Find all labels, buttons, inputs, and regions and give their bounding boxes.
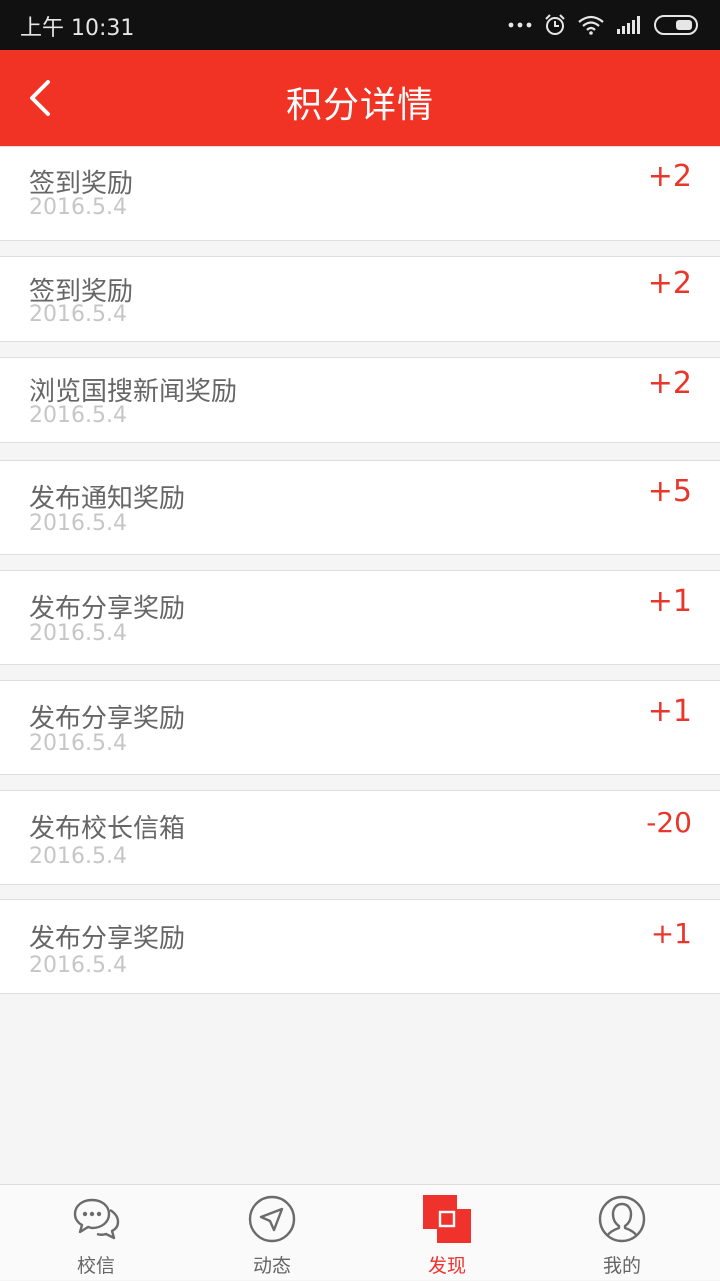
tab-xiaoxin[interactable]: 校信: [36, 1185, 156, 1281]
tab-label: 发现: [427, 1255, 466, 1277]
more-dots-icon: [508, 22, 532, 28]
points-record-row[interactable]: 发布分享奖励 2016.5.4 +1: [0, 680, 720, 775]
record-date: 2016.5.4: [29, 195, 127, 220]
compass-icon: [248, 1195, 296, 1243]
record-date: 2016.5.4: [29, 511, 127, 536]
record-title: 发布分享奖励: [29, 704, 186, 734]
record-date: 2016.5.4: [29, 302, 127, 327]
record-points: +2: [647, 366, 692, 401]
record-date: 2016.5.4: [29, 621, 127, 646]
record-points: +1: [647, 584, 692, 619]
record-points: +1: [647, 694, 692, 729]
tab-wode[interactable]: 我的: [562, 1185, 682, 1281]
points-record-row[interactable]: 签到奖励 2016.5.4 +2: [0, 146, 720, 241]
points-record-row[interactable]: 发布分享奖励 2016.5.4 +1: [0, 899, 720, 994]
signal-icon: [617, 16, 640, 34]
record-date: 2016.5.4: [29, 731, 127, 756]
discover-squares-icon: [423, 1195, 471, 1243]
record-date: 2016.5.4: [29, 953, 127, 978]
bottom-tab-bar: 校信 动态 发现 我的: [0, 1184, 720, 1280]
tab-label: 我的: [602, 1255, 641, 1277]
tab-dongtai[interactable]: 动态: [212, 1185, 332, 1281]
wifi-icon: [578, 15, 604, 35]
points-record-row[interactable]: 签到奖励 2016.5.4 +2: [0, 256, 720, 342]
battery-icon: [654, 15, 698, 35]
points-record-row[interactable]: 发布通知奖励 2016.5.4 +5: [0, 460, 720, 555]
record-date: 2016.5.4: [29, 844, 127, 869]
tab-label: 动态: [252, 1255, 291, 1277]
record-points: +5: [647, 474, 692, 509]
record-points: +2: [647, 159, 692, 194]
record-title: 发布通知奖励: [29, 484, 186, 514]
record-title: 发布校长信箱: [29, 814, 186, 844]
points-record-row[interactable]: 发布校长信箱 2016.5.4 -20: [0, 790, 720, 885]
status-time: 上午 10:31: [20, 16, 135, 41]
tab-faxian[interactable]: 发现: [387, 1185, 507, 1281]
status-icons: [508, 13, 700, 37]
status-bar: 上午 10:31: [0, 0, 720, 50]
record-title: 发布分享奖励: [29, 924, 186, 954]
record-points: +2: [647, 266, 692, 301]
user-profile-icon: [598, 1195, 646, 1243]
record-points: +1: [650, 917, 692, 950]
chat-bubble-icon: [73, 1198, 120, 1240]
points-record-row[interactable]: 发布分享奖励 2016.5.4 +1: [0, 570, 720, 665]
app-header: 积分详情: [0, 50, 720, 146]
record-points: -20: [646, 806, 692, 839]
record-title: 发布分享奖励: [29, 594, 186, 624]
record-date: 2016.5.4: [29, 403, 127, 428]
page-title: 积分详情: [285, 85, 434, 126]
alarm-icon: [545, 14, 565, 35]
tab-label: 校信: [76, 1255, 115, 1277]
points-record-row[interactable]: 浏览国搜新闻奖励 2016.5.4 +2: [0, 357, 720, 443]
